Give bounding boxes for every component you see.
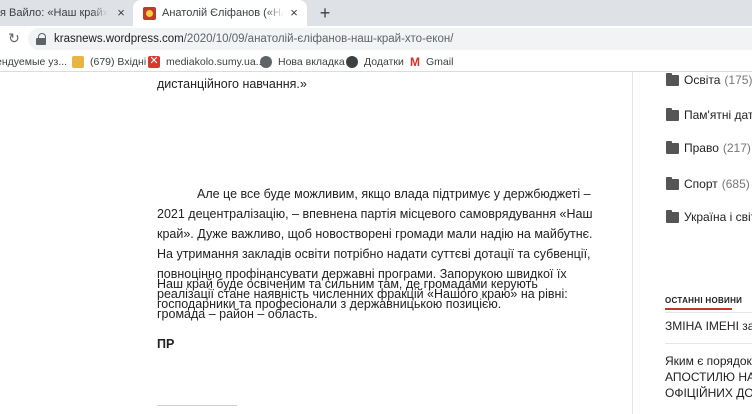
url-text: krasnews.wordpress.com/2020/10/09/анатол…: [54, 33, 453, 45]
sidebar-category[interactable]: Україна і світ: [666, 209, 752, 225]
folder-icon: [666, 107, 679, 121]
news-link[interactable]: Яким є порядок п АПОСТИЛЮ НА ОФІЦІЙНИХ Д…: [665, 353, 752, 401]
sidebar-category[interactable]: Пам'ятні дати: [666, 107, 752, 123]
category-name: Право: [684, 141, 719, 155]
tab-title: Анатолій Єліфанов («НАШ КРАЇ: [162, 7, 284, 19]
article-paragraph: Наш край буде освіченим та сильним там, …: [157, 277, 538, 311]
news-link-line: ОФІЦІЙНИХ ДОК: [665, 386, 752, 400]
sidebar-category[interactable]: Освіта (175): [666, 72, 752, 88]
news-link-line: АПОСТИЛЮ НА: [665, 370, 752, 384]
address-toolbar: ↻ krasnews.wordpress.com/2020/10/09/анат…: [0, 26, 752, 52]
bookmark-label: ендуемые уз...: [0, 56, 68, 68]
new-tab-button[interactable]: +: [315, 3, 335, 23]
heading-rule: [665, 312, 752, 313]
divider: [157, 405, 237, 406]
category-name: Спорт: [684, 177, 718, 191]
sidebar: Освіта (175) Пам'ятні дати Право (217) С…: [652, 72, 752, 414]
address-bar[interactable]: krasnews.wordpress.com/2020/10/09/анатол…: [28, 28, 752, 50]
bookmarks-bar: ендуемые уз... (679) Вхідні mediakolo.su…: [0, 52, 752, 72]
folder-icon: [666, 140, 679, 154]
tab-title: я Вайло: «Наш край» не да: [0, 7, 108, 19]
bookmark-label: mediakolo.sumy.ua...: [166, 56, 265, 68]
tab-strip: я Вайло: «Наш край» не да × Анатолій Єлі…: [0, 0, 752, 26]
url-path: /2020/10/09/анатолій-єліфанов-наш-край-х…: [183, 33, 454, 45]
tab-active[interactable]: Анатолій Єліфанов («НАШ КРАЇ ×: [133, 0, 307, 26]
site-favicon-icon: [143, 6, 156, 20]
category-name: Освіта: [684, 73, 721, 87]
folder-icon: [666, 72, 679, 86]
category-count: (175): [724, 73, 752, 87]
latest-news-heading: ОСТАННІ НОВИНИ: [665, 296, 743, 305]
category-name: Україна і світ: [684, 210, 752, 224]
globe-icon: [346, 56, 358, 68]
news-link-line: Яким є порядок п: [665, 354, 752, 368]
bookmark-item[interactable]: Нова вкладка: [260, 54, 345, 70]
reload-icon[interactable]: ↻: [6, 30, 22, 46]
bookmark-label: (679) Вхідні: [90, 56, 147, 68]
folder-icon: [666, 209, 679, 223]
folder-icon: [72, 56, 84, 68]
bookmark-item[interactable]: M Gmail: [410, 54, 453, 70]
lock-icon[interactable]: [36, 33, 46, 45]
globe-icon: [260, 56, 272, 68]
close-icon[interactable]: ×: [287, 6, 301, 20]
category-count: (217): [722, 141, 751, 155]
news-link[interactable]: ЗМІНА ІМЕНІ за з: [665, 319, 752, 333]
ms-icon: [148, 54, 160, 68]
bookmark-label: Нова вкладка: [278, 56, 345, 68]
article-signature: ПР: [157, 337, 175, 351]
bookmark-item[interactable]: Додатки: [346, 54, 404, 70]
sidebar-category[interactable]: Спорт (685): [666, 176, 750, 192]
news-separator: [665, 343, 752, 344]
heading-underline: [665, 308, 732, 310]
category-name: Пам'ятні дати: [684, 108, 752, 122]
gmail-icon: M: [410, 55, 420, 69]
url-domain: krasnews.wordpress.com: [54, 33, 184, 45]
bookmark-item[interactable]: (679) Вхідні: [72, 54, 146, 70]
close-icon[interactable]: ×: [114, 6, 128, 20]
bookmark-item[interactable]: mediakolo.sumy.ua...: [148, 54, 264, 70]
bookmark-label: Gmail: [426, 56, 454, 68]
bookmark-item[interactable]: ендуемые уз...: [0, 54, 67, 70]
tab-inactive[interactable]: я Вайло: «Наш край» не да ×: [0, 0, 132, 26]
folder-icon: [666, 176, 679, 190]
sidebar-divider: [632, 72, 633, 414]
sidebar-category[interactable]: Право (217): [666, 140, 751, 156]
category-count: (685): [721, 177, 750, 191]
article-paragraph: дистанційного навчання.»: [157, 77, 307, 91]
bookmark-label: Додатки: [364, 56, 404, 68]
